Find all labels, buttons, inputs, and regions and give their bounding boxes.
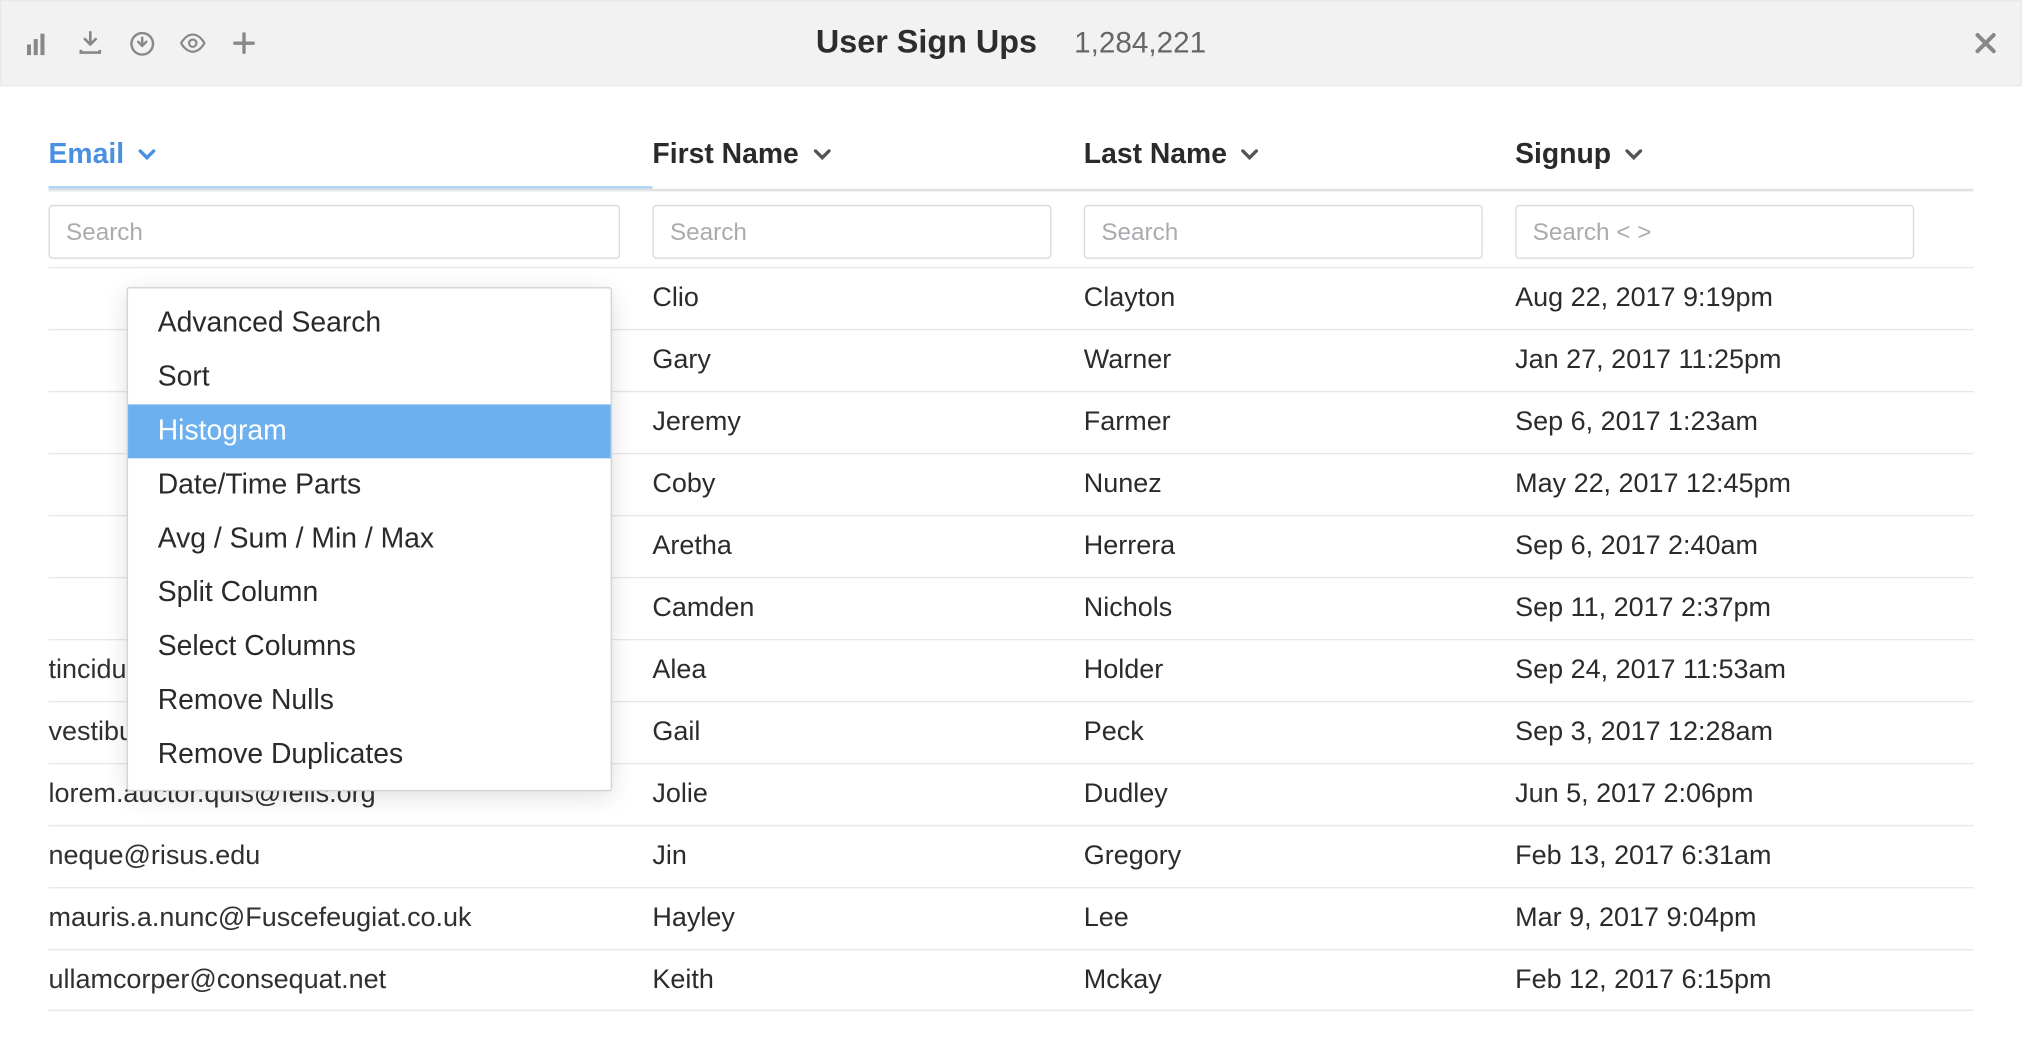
cell-last-name: Holder — [1084, 655, 1515, 686]
cell-first-name: Camden — [652, 593, 1083, 624]
search-input-first-name[interactable] — [652, 205, 1051, 259]
cell-signup: May 22, 2017 12:45pm — [1515, 469, 1946, 500]
cell-email: ullamcorper@consequat.net — [49, 964, 653, 995]
search-input-last-name[interactable] — [1084, 205, 1483, 259]
chevron-down-icon — [812, 148, 831, 161]
cell-first-name: Hayley — [652, 903, 1083, 934]
dropdown-item[interactable]: Avg / Sum / Min / Max — [128, 512, 611, 566]
cell-first-name: Gary — [652, 345, 1083, 376]
cell-last-name: Herrera — [1084, 531, 1515, 562]
cell-signup: Sep 24, 2017 11:53am — [1515, 655, 1946, 686]
column-header-last-name[interactable]: Last Name — [1084, 139, 1515, 171]
column-header-email[interactable]: Email — [49, 139, 653, 171]
cell-last-name: Nichols — [1084, 593, 1515, 624]
column-label: First Name — [652, 139, 798, 171]
cell-signup: Sep 11, 2017 2:37pm — [1515, 593, 1946, 624]
cell-first-name: Clio — [652, 283, 1083, 314]
table-header: Email First Name Last Name Signup — [49, 121, 1974, 188]
dropdown-item[interactable]: Histogram — [128, 404, 611, 458]
download-icon[interactable] — [77, 30, 104, 57]
cell-last-name: Lee — [1084, 903, 1515, 934]
cell-first-name: Jin — [652, 841, 1083, 872]
cell-first-name: Aretha — [652, 531, 1083, 562]
circle-down-icon[interactable] — [128, 30, 155, 57]
cell-last-name: Peck — [1084, 717, 1515, 748]
dropdown-item[interactable]: Advanced Search — [128, 297, 611, 351]
table-row[interactable]: ullamcorper@consequat.netKeithMckayFeb 1… — [49, 949, 1974, 1011]
filter-row — [49, 205, 1974, 259]
dropdown-item[interactable]: Sort — [128, 350, 611, 404]
chevron-down-icon — [1240, 148, 1259, 161]
cell-signup: Sep 3, 2017 12:28am — [1515, 717, 1946, 748]
cell-last-name: Nunez — [1084, 469, 1515, 500]
page-title: User Sign Ups — [816, 24, 1037, 60]
cell-first-name: Jeremy — [652, 407, 1083, 438]
column-label: Signup — [1515, 139, 1611, 171]
dropdown-item[interactable]: Date/Time Parts — [128, 458, 611, 512]
table-row[interactable]: neque@risus.eduJinGregoryFeb 13, 2017 6:… — [49, 825, 1974, 887]
dropdown-item[interactable]: Split Column — [128, 566, 611, 620]
column-label: Email — [49, 139, 125, 171]
column-header-first-name[interactable]: First Name — [652, 139, 1083, 171]
cell-signup: Feb 12, 2017 6:15pm — [1515, 964, 1946, 995]
plus-icon[interactable] — [231, 30, 258, 57]
search-input-signup[interactable] — [1515, 205, 1914, 259]
cell-first-name: Jolie — [652, 779, 1083, 810]
cell-first-name: Gail — [652, 717, 1083, 748]
cell-last-name: Warner — [1084, 345, 1515, 376]
chevron-down-icon — [1625, 148, 1644, 161]
cell-signup: Sep 6, 2017 2:40am — [1515, 531, 1946, 562]
dropdown-item[interactable]: Select Columns — [128, 620, 611, 674]
cell-first-name: Keith — [652, 964, 1083, 995]
cell-last-name: Gregory — [1084, 841, 1515, 872]
column-dropdown-menu: Advanced SearchSortHistogramDate/Time Pa… — [127, 287, 612, 791]
cell-first-name: Coby — [652, 469, 1083, 500]
cell-signup: Jun 5, 2017 2:06pm — [1515, 779, 1946, 810]
topbar: User Sign Ups 1,284,221 — [0, 0, 2022, 86]
cell-email: mauris.a.nunc@Fuscefeugiat.co.uk — [49, 903, 653, 934]
eye-icon[interactable] — [179, 30, 206, 57]
close-icon[interactable] — [1975, 32, 1997, 54]
cell-last-name: Clayton — [1084, 283, 1515, 314]
cell-signup: Jan 27, 2017 11:25pm — [1515, 345, 1946, 376]
cell-last-name: Mckay — [1084, 964, 1515, 995]
column-label: Last Name — [1084, 139, 1227, 171]
cell-first-name: Alea — [652, 655, 1083, 686]
cell-email: neque@risus.edu — [49, 841, 653, 872]
table-row[interactable]: mauris.a.nunc@Fuscefeugiat.co.ukHayleyLe… — [49, 887, 1974, 949]
dropdown-item[interactable]: Remove Nulls — [128, 674, 611, 728]
cell-last-name: Dudley — [1084, 779, 1515, 810]
chevron-down-icon — [138, 148, 157, 161]
search-input-email[interactable] — [49, 205, 621, 259]
cell-signup: Mar 9, 2017 9:04pm — [1515, 903, 1946, 934]
cell-signup: Aug 22, 2017 9:19pm — [1515, 283, 1946, 314]
bar-chart-icon[interactable] — [26, 30, 53, 57]
record-count: 1,284,221 — [1074, 26, 1206, 60]
column-header-signup[interactable]: Signup — [1515, 139, 1946, 171]
dropdown-item[interactable]: Remove Duplicates — [128, 728, 611, 782]
toolbar-icons — [26, 30, 258, 57]
cell-last-name: Farmer — [1084, 407, 1515, 438]
cell-signup: Feb 13, 2017 6:31am — [1515, 841, 1946, 872]
cell-signup: Sep 6, 2017 1:23am — [1515, 407, 1946, 438]
